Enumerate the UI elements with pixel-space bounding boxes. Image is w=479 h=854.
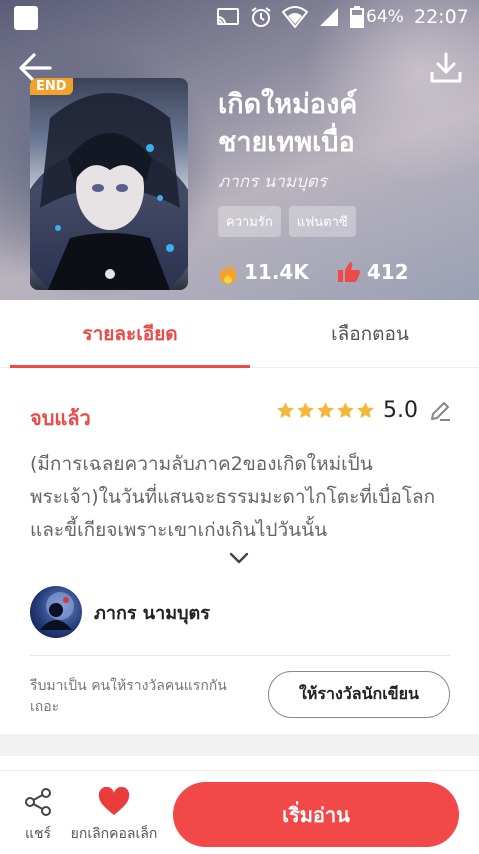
book-title-line-2: ชายเทพเบื่อ bbox=[218, 127, 355, 158]
unfavorite-button[interactable]: ยกเลิกคอลเล็ก bbox=[64, 787, 164, 845]
tag-romance[interactable]: ความรัก bbox=[218, 206, 281, 237]
book-title-line-1: เกิดใหม่องค์ bbox=[218, 89, 358, 120]
reward-prompt: รีบมาเป็น คนให้รางวัลคนแรกกันเถอะ bbox=[30, 678, 227, 715]
fire-icon bbox=[220, 261, 236, 284]
share-icon bbox=[25, 788, 51, 816]
likes-stat: 412 bbox=[337, 260, 409, 284]
genre-tags: ความรัก แฟนตาซี bbox=[218, 206, 356, 237]
likes-count: 412 bbox=[366, 260, 409, 284]
book-author[interactable]: ภากร นามบุตร bbox=[218, 168, 327, 195]
chevron-down-icon[interactable] bbox=[228, 551, 250, 565]
author-name[interactable]: ภากร นามบุตร bbox=[94, 598, 210, 627]
rating: 5.0 bbox=[276, 398, 452, 423]
section-divider bbox=[30, 655, 450, 656]
book-header: 64% 22:07 END เกิดใหม่องค์ ชายเทพเบื่อ ภ… bbox=[0, 0, 479, 300]
share-button[interactable]: แชร์ bbox=[18, 787, 58, 845]
detail-tabs: รายละเอียด เลือกตอน bbox=[0, 300, 479, 368]
star-icon bbox=[277, 402, 294, 419]
synopsis-text: (มีการเฉลยความลับภาค2ของเกิดใหม่เป็นพระเ… bbox=[30, 453, 436, 541]
book-stats: 11.4K 412 bbox=[218, 260, 409, 284]
battery-icon bbox=[350, 6, 364, 28]
thumbs-up-icon bbox=[337, 262, 361, 282]
status-bar: 64% 22:07 bbox=[0, 0, 479, 34]
end-badge: END bbox=[30, 78, 73, 95]
section-gap bbox=[0, 734, 479, 756]
star-icon bbox=[317, 402, 334, 419]
signal-icon bbox=[320, 8, 338, 26]
status-icons bbox=[216, 5, 364, 29]
share-label: แชร์ bbox=[24, 826, 52, 842]
download-icon[interactable] bbox=[428, 50, 464, 86]
start-reading-button[interactable]: เริ่มอ่าน bbox=[173, 782, 459, 847]
heart-icon bbox=[98, 787, 130, 815]
active-tab-indicator bbox=[10, 365, 250, 368]
star-icon bbox=[337, 402, 354, 419]
unfavorite-label: ยกเลิกคอลเล็ก bbox=[70, 826, 158, 842]
book-title: เกิดใหม่องค์ ชายเทพเบื่อ bbox=[218, 86, 468, 162]
bottom-action-bar: แชร์ ยกเลิกคอลเล็ก เริ่มอ่าน bbox=[0, 770, 479, 854]
status-clock: 22:07 bbox=[414, 6, 469, 28]
completion-status: จบแล้ว bbox=[30, 406, 91, 430]
cast-icon bbox=[217, 8, 239, 25]
tab-details[interactable]: รายละเอียด bbox=[10, 300, 250, 368]
tag-fantasy[interactable]: แฟนตาซี bbox=[288, 206, 356, 237]
battery-percent: 64% bbox=[366, 7, 404, 27]
star-icon bbox=[357, 402, 374, 419]
author-avatar[interactable] bbox=[30, 586, 82, 638]
tab-episodes[interactable]: เลือกตอน bbox=[250, 300, 479, 368]
rating-stars bbox=[276, 401, 375, 420]
star-icon bbox=[297, 402, 314, 419]
rating-value: 5.0 bbox=[383, 398, 418, 423]
views-count: 11.4K bbox=[244, 260, 309, 284]
author-row[interactable]: ภากร นามบุตร bbox=[30, 586, 210, 638]
alarm-icon bbox=[251, 7, 271, 27]
reward-author-button[interactable]: ให้รางวัลนักเขียน bbox=[268, 671, 450, 718]
wifi-icon bbox=[282, 6, 308, 28]
app-square-icon bbox=[14, 6, 38, 30]
edit-rating-icon[interactable] bbox=[428, 399, 452, 423]
book-cover-image bbox=[30, 78, 188, 290]
views-stat: 11.4K bbox=[218, 260, 309, 284]
